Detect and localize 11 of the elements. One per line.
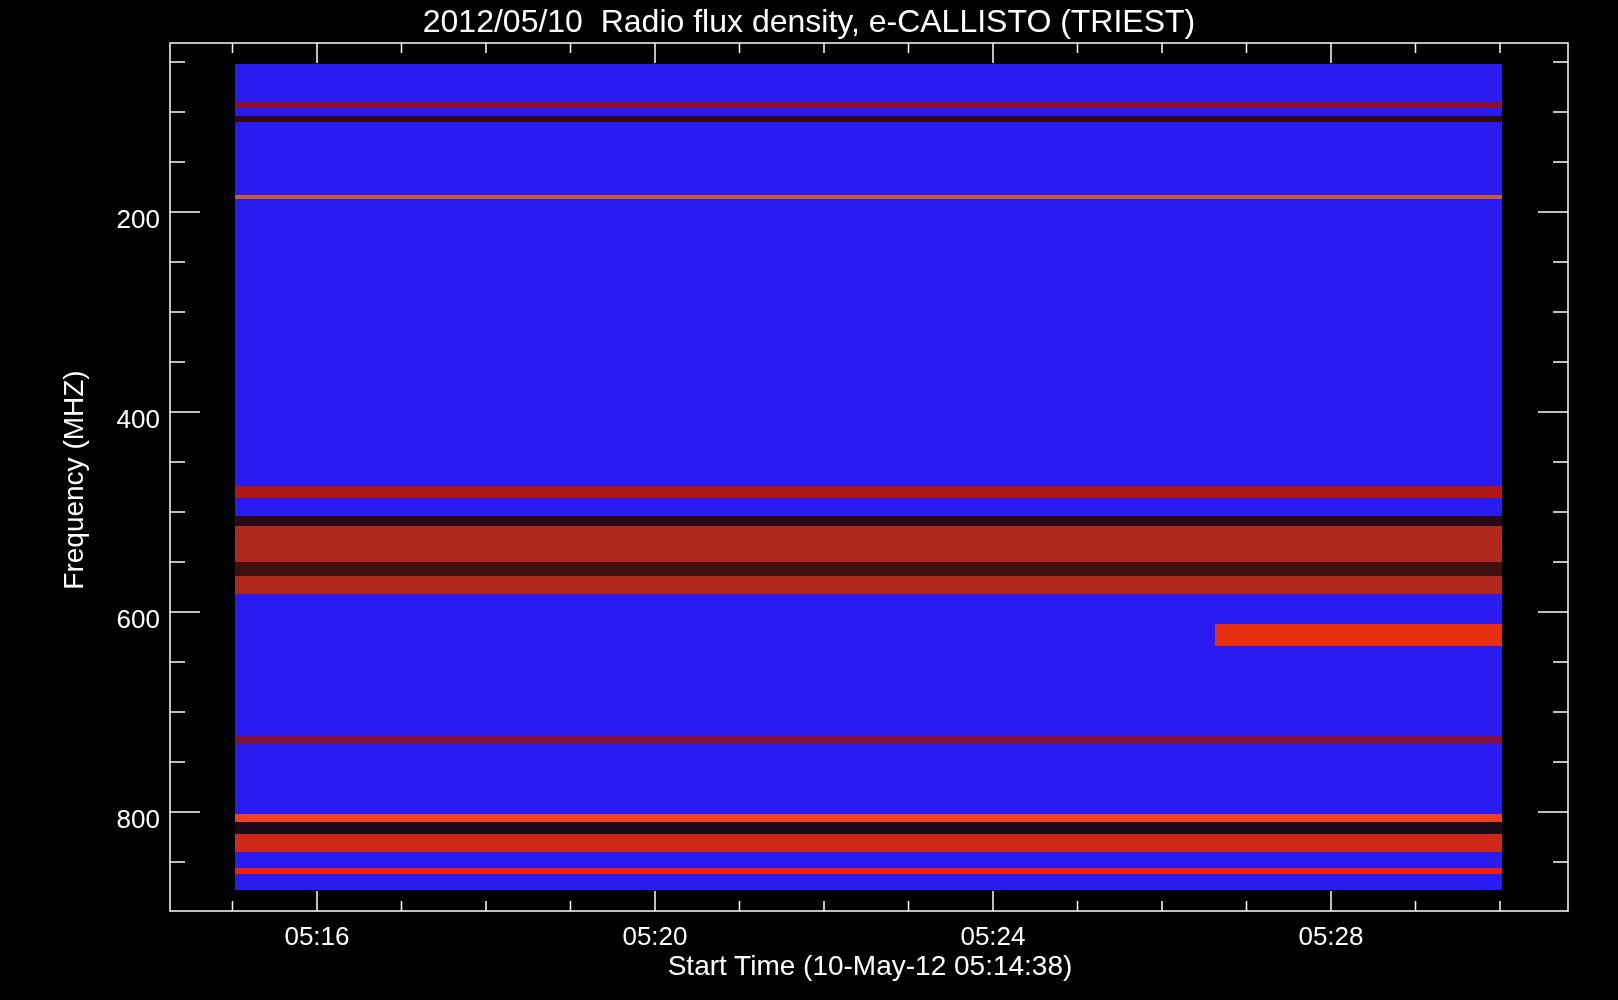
- x-tick-label: 05:28: [1297, 921, 1365, 951]
- y-tick-label: 200: [115, 204, 160, 234]
- y-axis-label: Frequency (MHZ): [58, 369, 90, 592]
- x-tick-label: 05:16: [283, 921, 351, 951]
- x-tick-label: 05:24: [959, 921, 1027, 951]
- plot-title: 2012/05/10 Radio flux density, e-CALLISTO (TRIEST): [421, 2, 1197, 40]
- x-axis-label: Start Time (10-May-12 05:14:38): [666, 950, 1074, 982]
- y-tick-label: 800: [115, 804, 160, 834]
- x-tick-label: 05:20: [621, 921, 689, 951]
- y-tick-label: 600: [115, 604, 160, 634]
- y-tick-label: 400: [115, 404, 160, 434]
